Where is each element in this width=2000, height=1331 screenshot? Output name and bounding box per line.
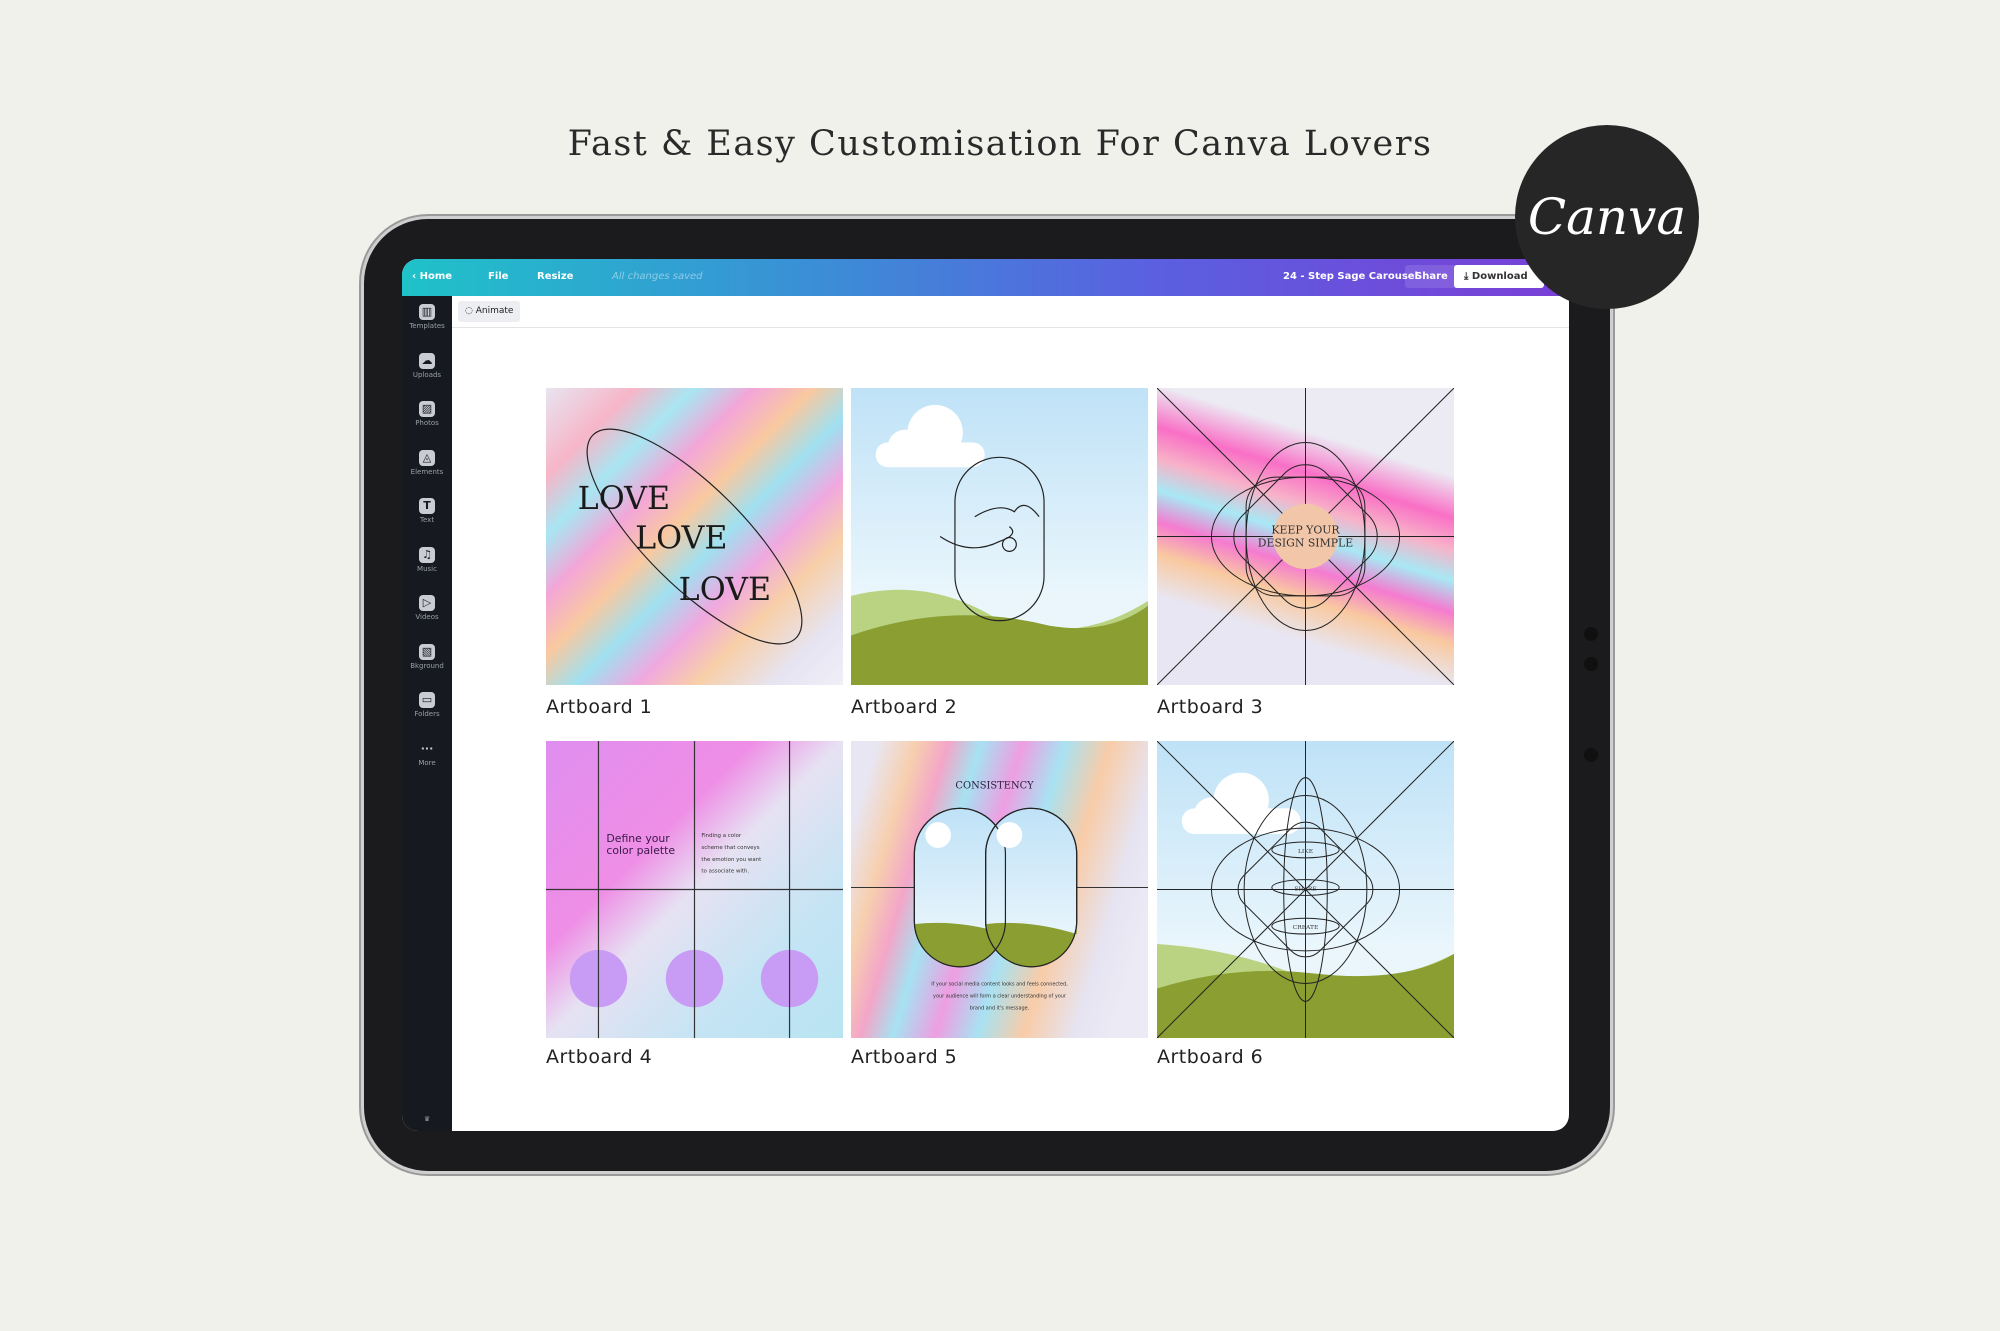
background-pattern-icon: ▧	[419, 643, 435, 660]
svg-text:brand and it's message.: brand and it's message.	[970, 1005, 1030, 1011]
sidebar-item-label: Videos	[415, 613, 439, 621]
folder-icon: ▭	[419, 692, 435, 708]
sidebar-item-templates[interactable]: ▥ Templates	[402, 304, 452, 330]
svg-text:LIKE: LIKE	[1298, 848, 1313, 855]
headline: Fast & Easy Customisation For Canva Love…	[567, 124, 1433, 164]
shapes-icon: ◬	[419, 449, 435, 466]
svg-text:DESIGN SIMPLE: DESIGN SIMPLE	[1258, 536, 1353, 549]
sidebar-item-folders[interactable]: ▭ Folders	[402, 692, 452, 718]
toolbar: ◌ Animate	[452, 296, 1569, 328]
artboard-6[interactable]: LIKE SHARE CREATE	[1157, 741, 1454, 1038]
crown-icon[interactable]: ♛	[402, 1115, 452, 1123]
download-icon: ⤓	[1464, 271, 1472, 282]
svg-text:CREATE: CREATE	[1293, 924, 1319, 931]
templates-icon: ▥	[419, 304, 435, 320]
artboard-label: Artboard 6	[1157, 1046, 1264, 1068]
svg-text:color palette: color palette	[606, 844, 675, 857]
play-icon: ▷	[419, 595, 435, 611]
sidebar-item-label: Photos	[415, 419, 439, 427]
artboard-1[interactable]: LOVE LOVE LOVE	[546, 388, 843, 685]
artboard-3[interactable]: KEEP YOUR DESIGN SIMPLE	[1157, 388, 1454, 685]
resize-button[interactable]: Resize	[537, 271, 573, 282]
more-dots-icon: ···	[420, 741, 434, 755]
sidebar: ▥ Templates ☁ Uploads ▨ Photos ◬ Elements T Text ♫…	[402, 296, 452, 1131]
svg-text:scheme that conveys: scheme that conveys	[701, 845, 759, 851]
svg-text:Finding a color: Finding a color	[701, 833, 741, 839]
sidebar-item-bkground[interactable]: ▧ Bkground	[402, 643, 452, 670]
sidebar-item-label: Folders	[414, 710, 440, 718]
sidebar-item-label: Music	[417, 564, 437, 573]
share-button[interactable]: Share	[1405, 265, 1458, 288]
sidebar-item-label: Bkground	[410, 661, 444, 670]
tablet-button	[1584, 748, 1598, 762]
svg-text:SHARE: SHARE	[1294, 885, 1316, 892]
artboard-label: Artboard 4	[546, 1046, 653, 1068]
svg-text:LOVE: LOVE	[679, 572, 771, 608]
artboard-4[interactable]: Define your color palette Finding a colo…	[546, 741, 843, 1038]
animate-icon: ◌	[465, 306, 476, 316]
tablet-button	[1584, 627, 1598, 641]
artboard-2[interactable]	[851, 388, 1148, 685]
svg-text:KEEP YOUR: KEEP YOUR	[1271, 524, 1340, 537]
sidebar-item-music[interactable]: ♫ Music	[402, 546, 452, 573]
svg-text:your audience will form a clea: your audience will form a clear understa…	[933, 993, 1067, 999]
sidebar-item-label: Text	[419, 516, 435, 524]
sidebar-item-label: Uploads	[412, 370, 442, 379]
svg-text:the emotion you want: the emotion you want	[701, 857, 761, 863]
home-button[interactable]: ‹ Home	[412, 271, 452, 282]
artboard-label: Artboard 2	[851, 696, 958, 718]
sidebar-item-text[interactable]: T Text	[402, 498, 452, 524]
artboard-5[interactable]: CONSISTENCY If your social media content…	[851, 741, 1148, 1038]
sidebar-item-label: Elements	[410, 467, 444, 476]
artboard-label: Artboard 5	[851, 1046, 958, 1068]
svg-text:CONSISTENCY: CONSISTENCY	[955, 781, 1034, 792]
sidebar-item-uploads[interactable]: ☁ Uploads	[402, 352, 452, 379]
file-menu[interactable]: File	[488, 271, 508, 282]
sidebar-item-more[interactable]: ··· More	[402, 741, 452, 767]
svg-text:LOVE: LOVE	[635, 520, 727, 556]
svg-text:to associate with.: to associate with.	[701, 869, 749, 875]
sidebar-item-label: More	[418, 758, 436, 767]
music-note-icon: ♫	[419, 546, 435, 563]
sidebar-item-label: Templates	[409, 322, 445, 330]
photo-icon: ▨	[419, 401, 435, 417]
design-title[interactable]: 24 - Step Sage Carousel	[1283, 271, 1418, 282]
sidebar-item-elements[interactable]: ◬ Elements	[402, 449, 452, 476]
tablet-button	[1584, 657, 1598, 671]
sidebar-item-photos[interactable]: ▨ Photos	[402, 401, 452, 427]
chevron-left-icon: ‹	[412, 271, 420, 282]
save-status: All changes saved	[612, 271, 703, 282]
top-bar: ‹ Home File Resize All changes saved 24 …	[402, 259, 1569, 296]
artboard-label: Artboard 3	[1157, 696, 1264, 718]
svg-text:LOVE: LOVE	[578, 481, 670, 517]
animate-button[interactable]: ◌ Animate	[458, 301, 521, 322]
sidebar-item-videos[interactable]: ▷ Videos	[402, 595, 452, 621]
svg-text:If your social media content l: If your social media content looks and f…	[931, 982, 1068, 988]
artboard-label: Artboard 1	[546, 696, 653, 718]
text-icon: T	[419, 498, 435, 514]
canva-logo-badge: Canva	[1515, 125, 1699, 309]
upload-cloud-icon: ☁	[419, 352, 435, 369]
